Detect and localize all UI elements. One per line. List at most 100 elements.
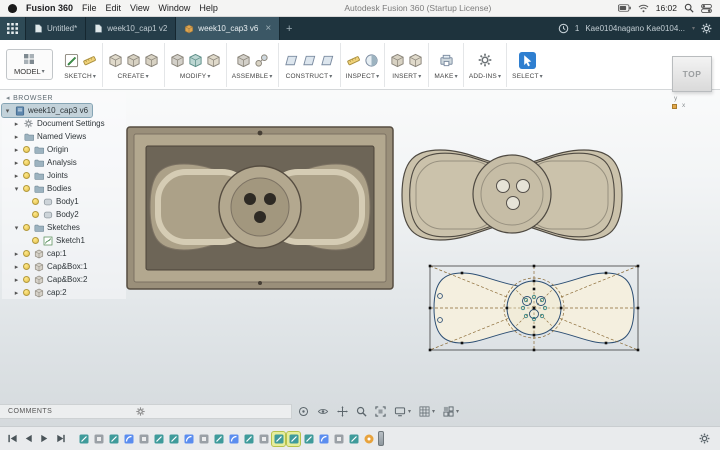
render-box-assembly[interactable] [127,127,393,289]
new-document-tab-button[interactable]: + [280,17,298,40]
browser-item-joints[interactable]: ▸Joints [2,169,72,182]
new-component-icon[interactable] [108,53,123,68]
offset-plane-icon[interactable] [284,53,299,68]
toolbar-group-dropdown[interactable]: SELECT▾ [512,73,543,80]
toolbar-group-dropdown[interactable]: CREATE▾ [118,73,149,80]
job-status-icon[interactable] [558,23,569,34]
browser-item-body2[interactable]: Body2 [2,208,83,221]
toolbar-group-dropdown[interactable]: MODIFY▾ [180,73,211,80]
control-center-icon[interactable] [701,4,712,13]
disclosure-arrow-icon[interactable]: ▸ [13,159,20,167]
timeline-feature-extrude[interactable] [257,432,270,446]
step-back-button[interactable] [22,432,35,445]
timeline-feature-joint[interactable] [362,432,375,446]
browser-item-sketches[interactable]: ▾Sketches [2,221,84,234]
visibility-bulb-icon[interactable] [23,224,30,231]
play-button[interactable] [38,432,51,445]
timeline-feature-fillet[interactable] [317,432,330,446]
document-tab[interactable]: week10_cap1 v2 [86,17,176,40]
wifi-icon[interactable] [638,4,649,13]
extrude-icon[interactable] [126,53,141,68]
disclosure-arrow-icon[interactable]: ▸ [13,263,20,271]
toolbar-group-dropdown[interactable]: ASSEMBLE▾ [232,73,273,80]
step-forward-button[interactable] [54,432,67,445]
timeline-settings-gear-icon[interactable] [699,433,714,444]
disclosure-arrow-icon[interactable]: ▸ [13,289,20,297]
press-pull-icon[interactable] [170,53,185,68]
visibility-bulb-icon[interactable] [23,172,30,179]
timeline-feature-extrude[interactable] [197,432,210,446]
visibility-bulb-icon[interactable] [23,276,30,283]
construction-axis-icon[interactable] [302,53,317,68]
timeline-feature-sketch[interactable] [302,432,315,446]
3d-print-icon[interactable] [439,53,454,68]
visibility-bulb-icon[interactable] [23,263,30,270]
timeline-feature-sketch[interactable] [287,432,300,446]
browser-item-cap-2[interactable]: ▸cap:2 [2,286,71,299]
revolve-icon[interactable] [144,53,159,68]
section-analysis-icon[interactable] [364,53,379,68]
user-account-menu[interactable]: Kae0104nagano Kae0104... [585,24,685,33]
visibility-bulb-icon[interactable] [32,198,39,205]
disclosure-arrow-icon[interactable]: ▾ [13,185,20,193]
select-icon[interactable] [519,52,536,69]
timeline-feature-extrude[interactable] [92,432,105,446]
toolbar-group-dropdown[interactable]: CONSTRUCT▾ [286,73,333,80]
browser-item-cap-1[interactable]: ▸cap:1 [2,247,71,260]
battery-icon[interactable] [618,4,631,12]
zoom-button[interactable] [356,406,367,417]
menu-item-file[interactable]: File [82,3,97,13]
comments-gear-icon[interactable] [136,407,145,416]
document-tab[interactable]: week10_cap3 v6× [176,17,280,40]
browser-header[interactable]: ◂ BROWSER [2,92,126,104]
pan-button[interactable] [337,406,348,417]
workspace-selector[interactable]: MODEL▾ [6,49,53,80]
disclosure-arrow-icon[interactable]: ▾ [4,107,11,115]
look-at-button[interactable] [317,406,329,417]
joint-icon[interactable] [254,53,269,68]
tab-close-icon[interactable]: × [265,24,271,34]
visibility-bulb-icon[interactable] [23,289,30,296]
fit-button[interactable] [375,406,386,417]
toolbar-group-dropdown[interactable]: SKETCH▾ [64,73,96,80]
toolbar-group-dropdown[interactable]: ADD-INS▾ [469,73,501,80]
app-menu-fusion360[interactable]: Fusion 360 [26,3,73,13]
visibility-bulb-icon[interactable] [23,250,30,257]
menu-item-edit[interactable]: Edit [106,3,122,13]
viewcube-face-top[interactable]: TOP [683,69,702,79]
timeline-playhead[interactable] [378,431,384,446]
visibility-bulb-icon[interactable] [32,237,39,244]
timeline-feature-sketch[interactable] [77,432,90,446]
timeline-feature-sketch[interactable] [152,432,165,446]
browser-item-bodies[interactable]: ▾Bodies [2,182,75,195]
disclosure-arrow-icon[interactable]: ▸ [13,146,20,154]
browser-item-analysis[interactable]: ▸Analysis [2,156,81,169]
timeline-feature-sketch[interactable] [167,432,180,446]
file-panel-toggle-button[interactable] [0,17,26,40]
menubar-clock[interactable]: 16:02 [656,3,677,13]
timeline-feature-extrude[interactable] [332,432,345,446]
timeline-feature-extrude[interactable] [137,432,150,446]
toolbar-group-dropdown[interactable]: INSERT▾ [392,73,421,80]
disclosure-arrow-icon[interactable]: ▸ [13,120,20,128]
scripts-addins-icon[interactable] [478,53,492,67]
create-sketch-icon[interactable] [64,53,79,68]
viewports-button[interactable]: ▾ [443,406,459,417]
browser-item-sketch1[interactable]: Sketch1 [2,234,89,247]
visibility-bulb-icon[interactable] [23,146,30,153]
viewcube[interactable]: TOP [672,56,712,92]
disclosure-arrow-icon[interactable]: ▾ [13,224,20,232]
timeline-feature-fillet[interactable] [227,432,240,446]
document-tab[interactable]: Untitled* [26,17,86,40]
fillet-icon[interactable] [188,53,203,68]
visibility-bulb-icon[interactable] [23,159,30,166]
apple-icon[interactable] [8,4,17,13]
shell-icon[interactable] [206,53,221,68]
disclosure-arrow-icon[interactable]: ▸ [13,276,20,284]
timeline-feature-sketch[interactable] [242,432,255,446]
sketch-drawing[interactable] [429,265,640,352]
timeline-feature-fillet[interactable] [182,432,195,446]
browser-item-cap-box-2[interactable]: ▸Cap&Box:2 [2,273,91,286]
decal-icon[interactable] [408,53,423,68]
display-settings-button[interactable]: ▾ [394,406,411,417]
